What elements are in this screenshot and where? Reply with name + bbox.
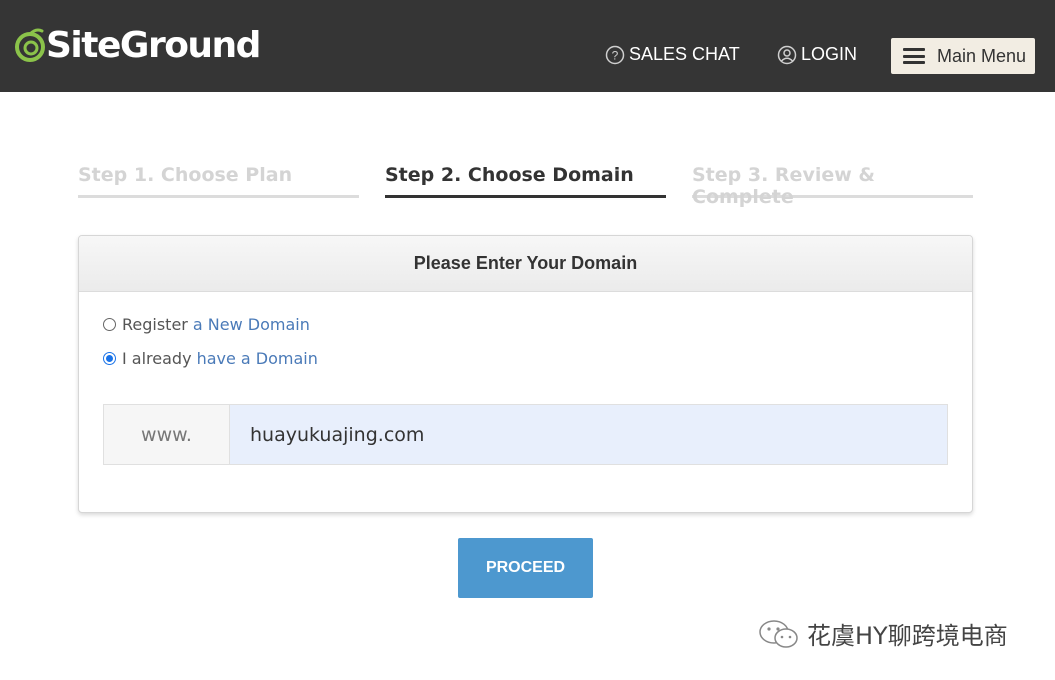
watermark-text: 花虞HY聊跨境电商 bbox=[807, 622, 1008, 650]
sales-chat-label: SALES CHAT bbox=[629, 44, 740, 64]
domain-prefix: www. bbox=[104, 405, 230, 464]
existing-option-link[interactable]: have a Domain bbox=[197, 349, 318, 368]
register-new-domain-option[interactable]: Register a New Domain bbox=[103, 315, 310, 334]
proceed-button[interactable]: PROCEED bbox=[458, 538, 593, 598]
main-menu-label: Main Menu bbox=[937, 45, 1027, 66]
domain-panel: Please Enter Your Domain Register a New … bbox=[78, 235, 973, 513]
register-option-link[interactable]: a New Domain bbox=[193, 315, 310, 334]
watermark: 花虞HY聊跨境电商 bbox=[757, 616, 1008, 651]
login-link[interactable]: LOGIN bbox=[777, 44, 857, 65]
svg-text:?: ? bbox=[612, 48, 619, 62]
top-navigation-bar: SiteGround ? SALES CHAT LOGIN Main Menu bbox=[0, 0, 1055, 92]
panel-title: Please Enter Your Domain bbox=[79, 236, 972, 292]
register-option-text: Register bbox=[122, 315, 188, 334]
step-choose-domain[interactable]: Step 2. Choose Domain bbox=[385, 164, 666, 198]
hamburger-icon bbox=[903, 48, 925, 64]
siteground-logo-icon bbox=[15, 28, 45, 62]
existing-domain-radio[interactable] bbox=[103, 352, 116, 365]
step-review-complete[interactable]: Step 3. Review & Complete bbox=[692, 164, 973, 208]
login-label: LOGIN bbox=[801, 44, 858, 64]
wechat-icon bbox=[759, 619, 798, 648]
domain-input[interactable]: huayukuajing.com bbox=[230, 405, 947, 464]
domain-input-group: www. huayukuajing.com bbox=[103, 404, 948, 465]
user-circle-icon bbox=[777, 45, 797, 64]
main-menu-button[interactable]: Main Menu bbox=[891, 38, 1035, 74]
existing-domain-option[interactable]: I already have a Domain bbox=[103, 349, 318, 368]
register-new-domain-radio[interactable] bbox=[103, 318, 116, 331]
question-circle-icon: ? bbox=[605, 45, 625, 64]
siteground-logo[interactable]: SiteGround bbox=[14, 22, 261, 70]
existing-option-text: I already bbox=[122, 349, 192, 368]
step-choose-plan[interactable]: Step 1. Choose Plan bbox=[78, 164, 359, 198]
logo-text: SiteGround bbox=[46, 25, 261, 66]
sales-chat-link[interactable]: ? SALES CHAT bbox=[605, 44, 740, 65]
